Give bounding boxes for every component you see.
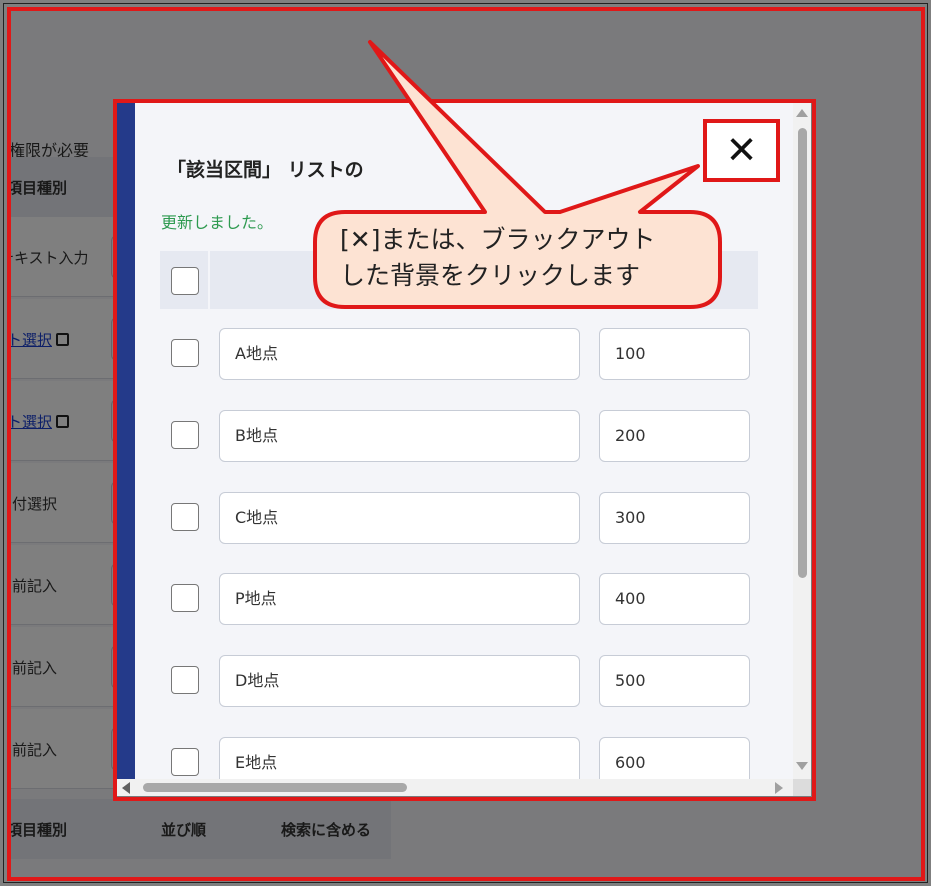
item-value-input[interactable]: 100 — [599, 328, 750, 380]
update-success-message: 更新しました。 — [161, 213, 274, 232]
scroll-right-arrow-icon[interactable] — [775, 782, 783, 794]
item-checkbox[interactable] — [171, 421, 199, 449]
callout-text: [✕]または、ブラックアウト した背景をクリックします — [340, 222, 710, 294]
item-name-input[interactable]: D地点 — [219, 655, 580, 707]
item-name-input[interactable]: P地点 — [219, 573, 580, 625]
item-value-input[interactable]: 400 — [599, 573, 750, 625]
horizontal-scrollbar[interactable] — [117, 779, 793, 796]
callout-line-1: [✕]または、ブラックアウト — [340, 225, 656, 254]
list-item: B地点 200 — [160, 401, 758, 483]
item-checkbox[interactable] — [171, 339, 199, 367]
item-name-input[interactable]: B地点 — [219, 410, 580, 462]
list-item: P地点 400 — [160, 564, 758, 646]
scrollbar-corner — [793, 779, 811, 796]
item-value-input[interactable]: 300 — [599, 492, 750, 544]
scroll-down-arrow-icon[interactable] — [796, 762, 808, 770]
scroll-left-arrow-icon[interactable] — [122, 782, 130, 794]
modal-accent-bar — [117, 103, 135, 796]
list-edit-modal: 「該当区間」 リストの 更新しました。 A地点 100 B地点 200 C地点 … — [117, 103, 811, 796]
horizontal-scroll-thumb[interactable] — [143, 783, 407, 792]
item-checkbox[interactable] — [171, 748, 199, 776]
item-value-input[interactable]: 500 — [599, 655, 750, 707]
close-modal-button[interactable]: ✕ — [703, 119, 780, 182]
vertical-scroll-thumb[interactable] — [798, 128, 807, 578]
vertical-scrollbar[interactable] — [793, 103, 811, 779]
list-item: C地点 300 — [160, 483, 758, 565]
callout-line-2: した背景をクリックします — [340, 261, 641, 290]
item-checkbox[interactable] — [171, 666, 199, 694]
list-item: D地点 500 — [160, 646, 758, 728]
close-icon: ✕ — [725, 128, 758, 172]
modal-title: 「該当区間」 リストの — [167, 159, 364, 181]
item-name-input[interactable]: C地点 — [219, 492, 580, 544]
item-value-input[interactable]: 200 — [599, 410, 750, 462]
list-item: A地点 100 — [160, 319, 758, 401]
item-checkbox[interactable] — [171, 584, 199, 612]
screenshot-stage: の権限が必要 項目種別 テキスト入力 リスト選択 リスト選択 日付選択 名前記入… — [0, 0, 931, 886]
scroll-up-arrow-icon[interactable] — [796, 109, 808, 117]
header-divider — [208, 251, 210, 309]
item-checkbox[interactable] — [171, 503, 199, 531]
item-name-input[interactable]: A地点 — [219, 328, 580, 380]
select-all-checkbox[interactable] — [171, 267, 199, 295]
